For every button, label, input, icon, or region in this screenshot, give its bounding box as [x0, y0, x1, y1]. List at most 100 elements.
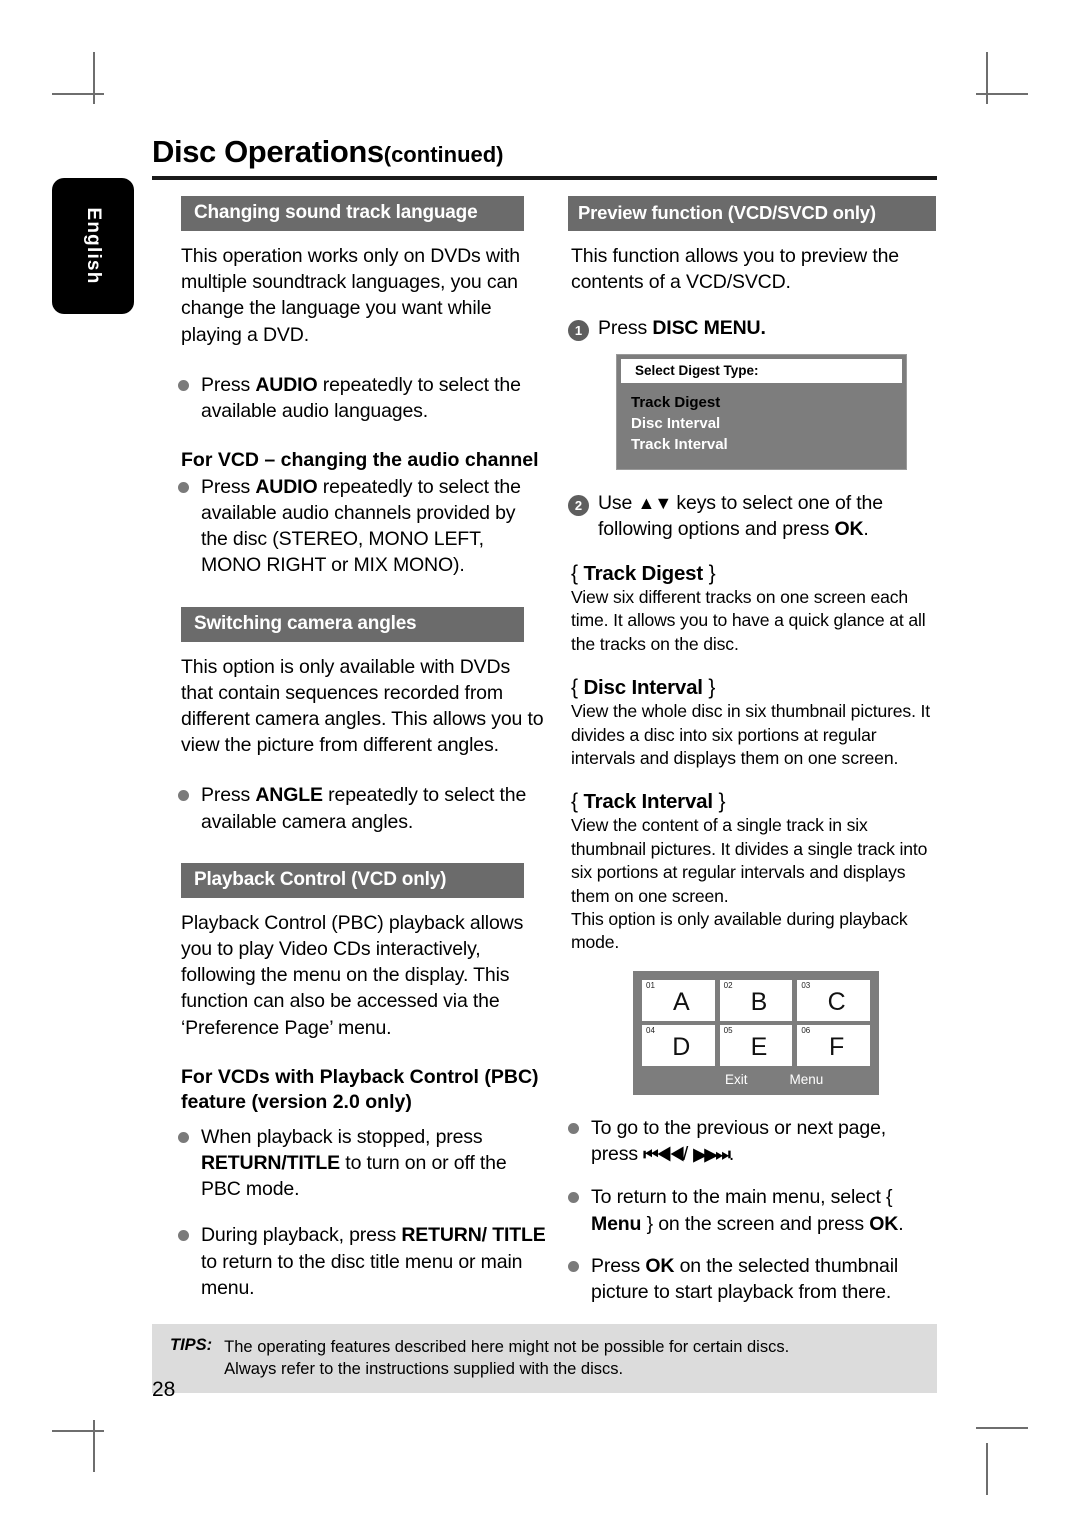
left-column: Changing sound track language This opera… [178, 196, 546, 1301]
bullet-text-pre: Press [591, 1254, 646, 1277]
manual-page: English Disc Operations(continued) Chang… [0, 0, 1080, 1524]
bullet-text-pre: Press [201, 784, 256, 807]
bullet-dot-icon [178, 790, 189, 802]
key-audio: AUDIO [255, 475, 318, 498]
page-title: Disc Operations(continued) [152, 134, 504, 170]
crop-mark-top-right-vertical [986, 52, 988, 104]
step-text-post: . [863, 517, 869, 540]
crop-mark-top-left-horizontal [52, 93, 104, 95]
bullet-press-audio-languages: Press AUDIO repeatedly to select the ava… [178, 372, 546, 424]
tips-footer: TIPS: The operating features described h… [152, 1324, 937, 1393]
thumbnail-index-04: 04 [646, 1025, 655, 1035]
bullet-text-separator: / [682, 1143, 694, 1166]
bullet-text-pre: Press [201, 475, 256, 498]
thumbnail-cell-05[interactable]: 05 E [719, 1024, 793, 1066]
brace-open: { [885, 1186, 893, 1209]
key-return-title: RETURN/TITLE [201, 1151, 341, 1174]
thumbnail-letter-a: A [672, 987, 690, 1016]
bullet-dot-icon [178, 1131, 189, 1143]
step-use-updown-keys: 2 Use ▲▼ keys to select one of the follo… [568, 490, 936, 542]
tips-label: TIPS: [170, 1336, 213, 1354]
previous-track-icon: ⏮◀◀ [643, 1145, 685, 1165]
brace-close: } [641, 1212, 654, 1235]
thumbnail-index-03: 03 [801, 980, 811, 990]
thumbnail-cell-01[interactable]: 01 A [642, 979, 715, 1021]
thumbnail-letter-d: D [672, 1032, 691, 1061]
thumbnail-cell-04[interactable]: 04 D [642, 1024, 715, 1066]
bullet-return-title-toggle-pbc: When playback is stopped, press RETURN/T… [178, 1124, 546, 1203]
key-ok: OK [645, 1254, 675, 1277]
crop-mark-bottom-left-horizontal [52, 1430, 104, 1432]
thumbnail-cell-06[interactable]: 06 F [797, 1024, 871, 1066]
key-angle: ANGLE [255, 784, 323, 807]
thumbnail-index-02: 02 [723, 980, 733, 990]
bullet-dot-icon [568, 1192, 579, 1204]
crop-mark-top-right-horizontal [976, 93, 1028, 95]
section-heading-preview-function: Preview function (VCD/SVCD only) [568, 196, 936, 231]
thumbnail-index-06: 06 [801, 1025, 811, 1035]
osd-label-menu: Menu [591, 1212, 642, 1235]
option-description-track-digest: View six different tracks on one screen … [571, 587, 926, 654]
bullet-press-angle: Press ANGLE repeatedly to select the ava… [178, 782, 546, 834]
key-disc-menu: DISC MENU. [652, 317, 766, 340]
osd-grid-footer: Exit Menu [642, 1072, 870, 1092]
thumbnail-letter-f: F [829, 1032, 845, 1061]
section-heading-changing-sound-track-language: Changing sound track language [181, 196, 524, 231]
thumbnail-cell-03[interactable]: 03 C [797, 979, 871, 1021]
option-heading-disc-interval: { Disc Interval } [571, 676, 716, 700]
osd-select-digest-type-dialog: Select Digest Type: Track Digest Disc In… [616, 353, 907, 470]
bullet-return-main-menu: To return to the main menu, select { Men… [568, 1184, 936, 1236]
osd-exit-button[interactable]: Exit [725, 1072, 748, 1087]
next-track-icon: ▶▶⏭ [693, 1145, 730, 1165]
step-text-pre: Use [598, 491, 638, 514]
bullet-dot-icon [178, 379, 189, 391]
option-heading-track-digest: { Track Digest } [571, 562, 716, 586]
bullet-text-pre: To return to the main menu, select [591, 1186, 886, 1209]
crop-mark-bottom-right-vertical [986, 1443, 988, 1495]
tips-line-2: Always refer to the instructions supplie… [224, 1360, 624, 1378]
paragraph-preview-function-intro: This function allows you to preview the … [571, 245, 899, 294]
bullet-return-title-disc-menu: During playback, press RETURN/ TITLE to … [178, 1222, 546, 1301]
bullet-dot-icon [568, 1122, 579, 1134]
key-audio: AUDIO [255, 373, 318, 396]
bullet-previous-next-page: To go to the previous or next page, pres… [568, 1115, 936, 1168]
step-number-2: 2 [568, 494, 589, 516]
paragraph-camera-angles-intro: This option is only available with DVDs … [181, 655, 544, 757]
osd-option-track-digest[interactable]: Track Digest [617, 392, 906, 413]
thumbnail-letter-e: E [750, 1032, 768, 1061]
bullet-press-ok-thumbnail: Press OK on the selected thumbnail pictu… [568, 1253, 936, 1305]
bullet-text-post: . [898, 1212, 904, 1235]
option-description-track-interval-note: This option is only available during pla… [571, 909, 908, 953]
thumbnail-cell-02[interactable]: 02 B [719, 979, 793, 1021]
osd-option-track-interval[interactable]: Track Interval [617, 434, 906, 455]
bullet-text-post: to return to the disc title menu or main… [201, 1250, 523, 1299]
thumbnail-index-05: 05 [723, 1025, 733, 1035]
bullet-text-pre: When playback is stopped, press [201, 1125, 483, 1148]
key-return-title: RETURN/ TITLE [401, 1224, 546, 1247]
thumbnail-letter-c: C [827, 987, 846, 1016]
option-description-disc-interval: View the whole disc in six thumbnail pic… [571, 701, 931, 769]
bullet-text-pre: During playback, press [201, 1224, 402, 1247]
thumbnail-letter-b: B [750, 987, 768, 1016]
section-heading-switching-camera-angles: Switching camera angles [181, 606, 524, 642]
step-press-disc-menu: 1 Press DISC MENU. [568, 315, 936, 342]
subheading-for-vcds-with-pbc: For VCDs with Playback Control (PBC) fea… [181, 1065, 539, 1114]
page-title-main: Disc Operations [152, 134, 384, 169]
option-heading-track-interval: { Track Interval } [571, 790, 726, 814]
right-column: Preview function (VCD/SVCD only) This fu… [568, 196, 936, 1374]
language-tab: English [52, 178, 134, 314]
osd-menu-button[interactable]: Menu [790, 1072, 824, 1087]
thumbnail-row-bottom: 04 D 05 E 06 F [642, 1024, 871, 1066]
crop-mark-bottom-left-vertical [93, 1420, 95, 1472]
option-name-track-interval: Track Interval [583, 790, 713, 814]
up-down-arrow-icon: ▲▼ [637, 492, 673, 513]
option-description-track-interval: View the content of a single track in si… [571, 815, 928, 906]
page-number: 28 [152, 1378, 176, 1401]
thumbnail-row-top: 01 A 02 B 03 C [642, 979, 871, 1021]
option-name-disc-interval: Disc Interval [583, 676, 703, 700]
osd-dialog-title: Select Digest Type: [621, 358, 902, 383]
osd-option-disc-interval[interactable]: Disc Interval [617, 413, 906, 434]
language-tab-label: English [83, 207, 104, 285]
bullet-text-post: . [728, 1143, 735, 1166]
paragraph-playback-control-intro: Playback Control (PBC) playback allows y… [181, 911, 524, 1039]
